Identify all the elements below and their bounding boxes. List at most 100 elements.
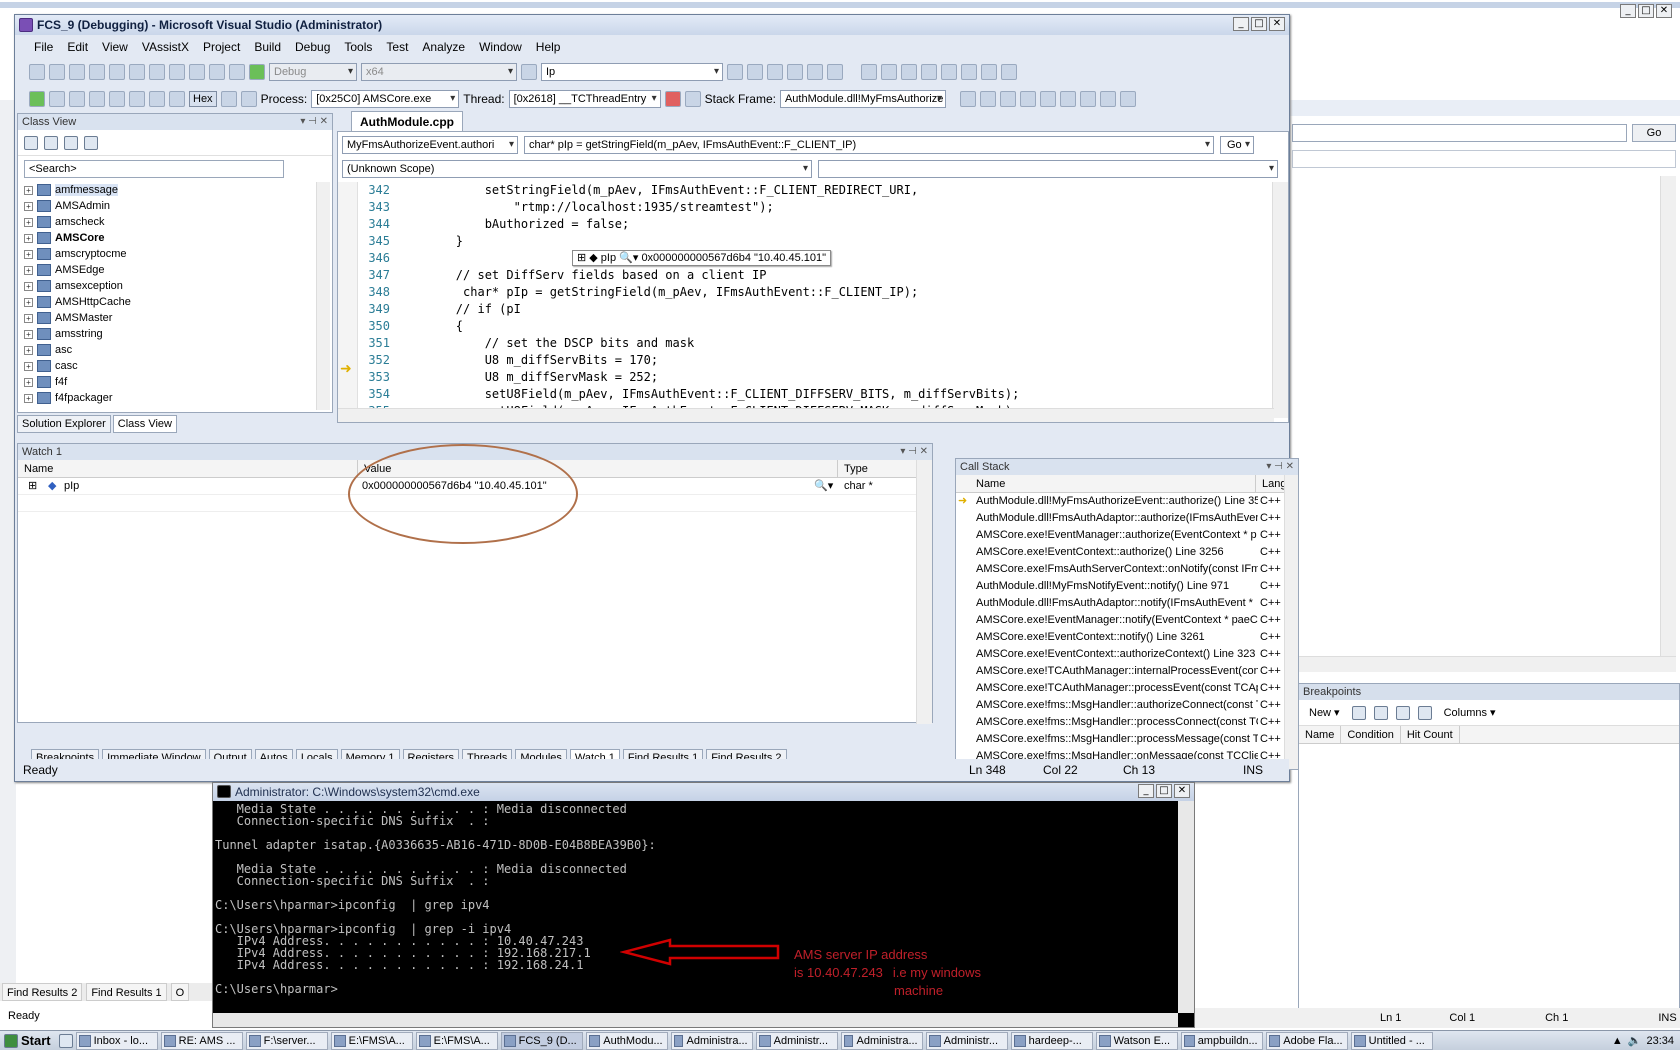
call-stack-row[interactable]: AMSCore.exe!EventContext::authorize() Li…	[956, 544, 1286, 561]
expand-icon[interactable]: +	[24, 281, 33, 291]
increase-indent-icon[interactable]	[1059, 91, 1076, 107]
tree-item[interactable]: + asc	[18, 342, 314, 358]
paste-icon[interactable]	[169, 64, 185, 80]
taskbar-button[interactable]: Watson E...	[1095, 1031, 1178, 1050]
call-stack-row[interactable]: AMSCore.exe!FmsAuthServerContext::onNoti…	[956, 561, 1286, 578]
tree-item[interactable]: + amscryptocme	[18, 246, 314, 262]
step-into-icon[interactable]	[129, 91, 145, 107]
tree-item[interactable]: + amsexception	[18, 278, 314, 294]
vassistx-open-icon[interactable]	[861, 64, 877, 80]
watch-scrollbar[interactable]	[916, 460, 932, 724]
disable-icon[interactable]	[1373, 705, 1388, 720]
taskbar-button[interactable]: RE: AMS ...	[160, 1031, 243, 1050]
tree-item[interactable]: + AMSAdmin	[18, 198, 314, 214]
continue-icon[interactable]	[29, 91, 45, 107]
taskbar-button[interactable]: E:\FMS\A...	[415, 1031, 498, 1050]
vassistx-tools-icon[interactable]	[1001, 64, 1017, 80]
toolbox-icon[interactable]	[787, 64, 803, 80]
comment-lines-icon[interactable]	[1079, 91, 1096, 107]
class-view-scrollbar[interactable]	[316, 182, 330, 410]
code-line[interactable]: 344 bAuthorized = false;	[338, 216, 1268, 233]
cut-icon[interactable]	[129, 64, 145, 80]
vassistx-spell-icon[interactable]	[981, 64, 997, 80]
tree-item[interactable]: + amfmessage	[18, 182, 314, 198]
configuration-select[interactable]: Debug	[269, 63, 357, 81]
expand-icon[interactable]: +	[24, 393, 33, 403]
cmd-horizontal-scrollbar[interactable]	[213, 1013, 1178, 1027]
menu-view[interactable]: View	[95, 37, 135, 57]
background-vertical-scrollbar[interactable]	[1660, 176, 1676, 656]
debugger-datatip[interactable]: ⊞ ◆ pIp 🔍▾ 0x000000000567d6b4 "10.40.45.…	[572, 250, 832, 266]
menu-debug[interactable]: Debug	[288, 37, 337, 57]
minimize-icon[interactable]: _	[1138, 784, 1154, 798]
taskbar-button[interactable]: Administra...	[670, 1031, 753, 1050]
maximize-icon[interactable]: □	[1251, 17, 1267, 31]
minimize-icon[interactable]: _	[1620, 4, 1636, 18]
taskbar-button[interactable]: Untitled - ...	[1350, 1031, 1433, 1050]
new-folder-icon[interactable]	[24, 135, 38, 150]
call-stack-row[interactable]: AMSCore.exe!EventManager::authorize(Even…	[956, 527, 1286, 544]
stack-frame-select[interactable]: AuthModule.dll!MyFmsAuthorize	[779, 90, 946, 108]
tray-expand-icon[interactable]: ▲	[1612, 1035, 1623, 1047]
menu-project[interactable]: Project	[196, 37, 247, 57]
menu-window[interactable]: Window	[472, 37, 529, 57]
code-line[interactable]: 347 // set DiffServ fields based on a cl…	[338, 267, 1268, 284]
process-select[interactable]: [0x25C0] AMSCore.exe	[311, 90, 460, 108]
menu-analyze[interactable]: Analyze	[415, 37, 472, 57]
menu-vassistx[interactable]: VAssistX	[135, 37, 196, 57]
platform-select[interactable]: x64	[361, 63, 517, 81]
call-stack-row[interactable]: AMSCore.exe!fms::MsgHandler::processConn…	[956, 714, 1286, 731]
background-horizontal-scrollbar[interactable]	[1290, 656, 1676, 672]
tree-item[interactable]: + f4fpackager	[18, 390, 314, 406]
minimize-icon[interactable]: _	[1233, 17, 1249, 31]
tree-item[interactable]: + AMSEdge	[18, 262, 314, 278]
editor-vertical-scrollbar[interactable]	[1272, 182, 1288, 418]
find-in-files-icon[interactable]	[521, 64, 537, 80]
code-line[interactable]: 343 "rtmp://localhost:1935/streamtest");	[338, 199, 1268, 216]
debug-windows-icon[interactable]	[240, 91, 257, 107]
taskbar-button[interactable]: Administr...	[925, 1031, 1008, 1050]
call-stack-row[interactable]: AMSCore.exe!EventContext::notify() Line …	[956, 629, 1286, 646]
expand-icon[interactable]: +	[24, 345, 33, 355]
tab-authmodule-cpp[interactable]: AuthModule.cpp	[351, 111, 463, 131]
tree-item[interactable]: + amsstring	[18, 326, 314, 342]
redo-icon[interactable]	[209, 64, 225, 80]
new-project-icon[interactable]	[29, 64, 45, 80]
open-folder-icon[interactable]	[69, 64, 85, 80]
go-button[interactable]: Go	[1220, 136, 1254, 154]
taskbar-button[interactable]: Adobe Fla...	[1265, 1031, 1348, 1050]
editor-horizontal-scrollbar[interactable]	[338, 408, 1274, 422]
start-page-icon[interactable]	[807, 64, 823, 80]
pin-icon[interactable]: ▾ ⊣ ✕	[1266, 459, 1294, 475]
menu-file[interactable]: File	[27, 37, 60, 57]
breakpoints-col-name[interactable]: Name	[1299, 726, 1342, 743]
menu-test[interactable]: Test	[379, 37, 415, 57]
save-icon[interactable]	[89, 64, 105, 80]
properties-icon[interactable]	[747, 64, 763, 80]
tree-item[interactable]: + f4f	[18, 374, 314, 390]
code-lines[interactable]: 342 setStringField(m_pAev, IFmsAuthEvent…	[338, 182, 1268, 418]
expand-icon[interactable]: +	[24, 297, 33, 307]
flag-filter-icon[interactable]	[684, 91, 701, 107]
volume-icon[interactable]: 🔈	[1628, 1034, 1642, 1047]
menu-build[interactable]: Build	[247, 37, 288, 57]
taskbar-button[interactable]: Inbox - lo...	[75, 1031, 158, 1050]
close-icon[interactable]: ✕	[1174, 784, 1190, 798]
pin-icon[interactable]: ▾ ⊣ ✕	[300, 114, 328, 130]
tree-item[interactable]: + casc	[18, 358, 314, 374]
expand-icon[interactable]: +	[24, 185, 33, 195]
call-stack-row[interactable]: AuthModule.dll!FmsAuthAdaptor::notify(IF…	[956, 595, 1286, 612]
close-icon[interactable]: ✕	[1269, 17, 1285, 31]
menu-help[interactable]: Help	[529, 37, 568, 57]
list-members-icon[interactable]	[979, 91, 996, 107]
object-browser-icon[interactable]	[767, 64, 783, 80]
call-stack-row[interactable]: AuthModule.dll!FmsAuthAdaptor::authorize…	[956, 510, 1286, 527]
start-button[interactable]: Start	[0, 1033, 59, 1048]
expand-icon[interactable]: +	[24, 361, 33, 371]
vassistx-braces-icon[interactable]	[961, 64, 977, 80]
taskbar-button[interactable]: Administr...	[755, 1031, 838, 1050]
background-scope-combo[interactable]	[1292, 150, 1676, 168]
forward-icon[interactable]	[64, 135, 78, 150]
parameter-info-icon[interactable]	[999, 91, 1016, 107]
expand-icon[interactable]: +	[24, 233, 33, 243]
